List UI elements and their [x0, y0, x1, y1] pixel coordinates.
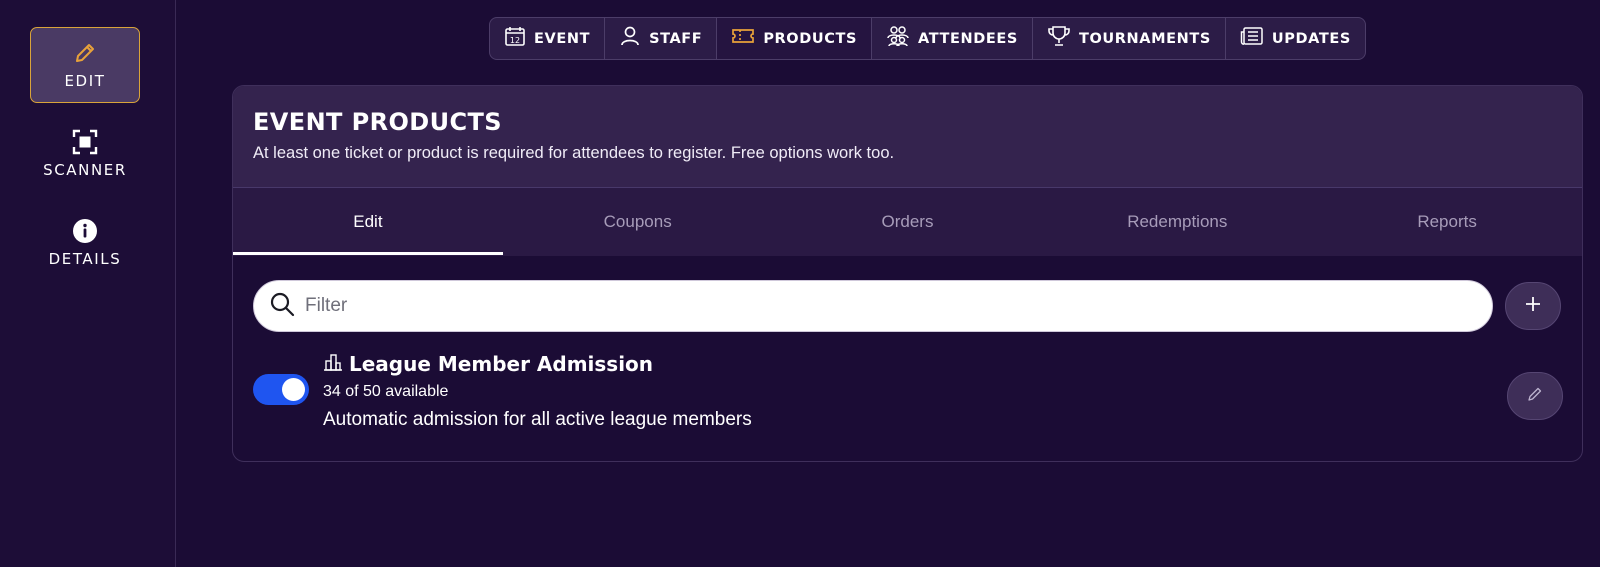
page-title: EVENT PRODUCTS — [253, 108, 502, 136]
filter-box — [253, 280, 1493, 332]
top-nav: 12 EVENT STAFF PRODUCTS ATTENDEES TOURNA… — [489, 17, 1366, 60]
product-description: Automatic admission for all active leagu… — [323, 409, 752, 430]
ticket-icon — [731, 25, 755, 52]
tab-attendees[interactable]: ATTENDEES — [872, 18, 1033, 59]
sidebar-item-label: SCANNER — [43, 161, 127, 179]
subtab-bar: Edit Coupons Orders Redemptions Reports — [233, 188, 1582, 256]
tab-tournaments[interactable]: TOURNAMENTS — [1033, 18, 1226, 59]
event-products-card: EVENT PRODUCTS At least one ticket or pr… — [232, 85, 1583, 462]
list-item: League Member Admission 34 of 50 availab… — [253, 352, 1563, 442]
add-product-button[interactable] — [1505, 282, 1561, 330]
scanner-icon — [72, 129, 98, 155]
tab-label: UPDATES — [1271, 30, 1351, 47]
product-name: League Member Admission — [349, 352, 654, 376]
calendar-icon: 12 — [504, 25, 526, 52]
sidebar: EDIT SCANNER DETAILS — [0, 0, 176, 567]
product-title-row: League Member Admission — [323, 352, 653, 376]
tab-updates[interactable]: UPDATES — [1226, 18, 1365, 59]
page-description: At least one ticket or product is requir… — [253, 144, 895, 162]
calendar-day-text: 12 — [510, 36, 520, 45]
info-icon — [72, 218, 98, 244]
card-header: EVENT PRODUCTS At least one ticket or pr… — [233, 86, 1582, 188]
trophy-icon — [1047, 25, 1071, 52]
subtab-redemptions[interactable]: Redemptions — [1042, 188, 1312, 255]
subtab-reports[interactable]: Reports — [1312, 188, 1582, 255]
filter-row — [253, 280, 1561, 332]
tab-label: PRODUCTS — [763, 30, 858, 47]
newspaper-icon — [1240, 25, 1264, 52]
pencil-icon — [72, 40, 98, 66]
subtab-coupons[interactable]: Coupons — [503, 188, 773, 255]
person-icon — [619, 25, 641, 52]
sidebar-item-details[interactable]: DETAILS — [30, 205, 140, 281]
pencil-icon — [1527, 386, 1543, 407]
sidebar-item-label: DETAILS — [48, 250, 122, 268]
search-icon — [269, 291, 295, 322]
tab-event[interactable]: 12 EVENT — [490, 18, 606, 59]
product-enabled-toggle[interactable] — [253, 374, 309, 405]
toggle-knob — [282, 378, 305, 401]
filter-input[interactable] — [305, 295, 1455, 317]
sidebar-item-edit[interactable]: EDIT — [30, 27, 140, 103]
sidebar-item-scanner[interactable]: SCANNER — [30, 116, 140, 192]
tab-staff[interactable]: STAFF — [605, 18, 718, 59]
tab-label: STAFF — [649, 30, 703, 47]
edit-product-button[interactable] — [1507, 372, 1563, 420]
building-icon — [323, 353, 343, 376]
tab-label: ATTENDEES — [918, 30, 1018, 47]
sidebar-item-label: EDIT — [64, 72, 106, 90]
tab-products[interactable]: PRODUCTS — [717, 18, 873, 59]
plus-icon — [1525, 296, 1541, 317]
product-availability: 34 of 50 available — [323, 383, 449, 400]
people-icon — [886, 25, 910, 52]
tab-label: TOURNAMENTS — [1078, 30, 1211, 47]
subtab-orders[interactable]: Orders — [773, 188, 1043, 255]
tab-label: EVENT — [534, 30, 591, 47]
subtab-edit[interactable]: Edit — [233, 188, 503, 255]
